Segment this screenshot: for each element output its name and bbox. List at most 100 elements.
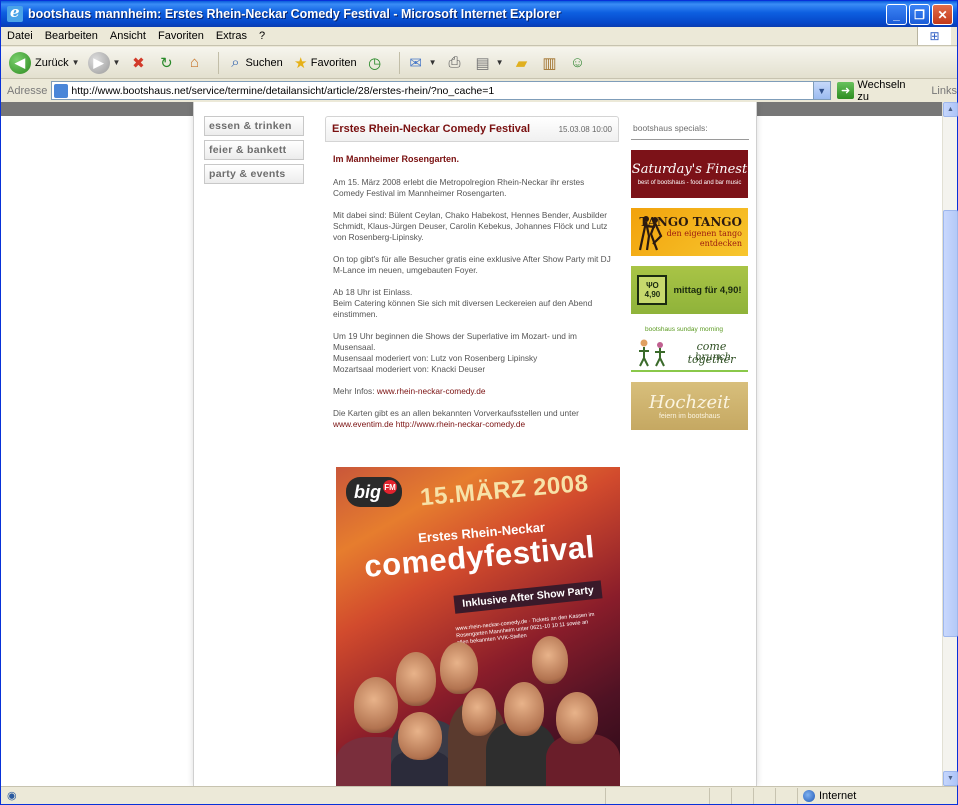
status-divider: [731, 787, 732, 804]
comedian-face: [398, 712, 442, 760]
address-bar: Adresse http://www.bootshaus.net/service…: [1, 78, 957, 103]
browser-window: bootshaus mannheim: Erstes Rhein-Neckar …: [0, 0, 958, 805]
favorites-button[interactable]: ★ Favoriten: [291, 53, 357, 73]
menu-extras[interactable]: Extras: [216, 30, 247, 42]
back-button[interactable]: ◀ Zurück ▼: [9, 51, 80, 74]
article-date: 15.03.08 10:00: [558, 125, 612, 134]
menu-bearbeiten[interactable]: Bearbeiten: [45, 30, 98, 42]
banner-saturdays-finest[interactable]: Saturday's Finest best of bootshaus - fo…: [631, 150, 748, 198]
banner-mittag[interactable]: ΨO 4,90 mittag für 4,90!: [631, 266, 748, 314]
banner-brunch[interactable]: bootshaus sunday morning come together b…: [631, 324, 748, 372]
back-label: Zurück: [35, 56, 69, 69]
history-button[interactable]: ◷: [365, 53, 385, 73]
article-body: Im Mannheimer Rosengarten. Am 15. März 2…: [325, 142, 619, 430]
nav-item-party-events[interactable]: party & events: [204, 164, 304, 184]
print-button[interactable]: ⎙: [445, 53, 465, 73]
menu-datei[interactable]: Datei: [7, 30, 33, 42]
tango-dancers-icon: [638, 216, 663, 251]
banner-subtitle: brunch: [695, 352, 732, 363]
refresh-button[interactable]: ↻: [156, 53, 176, 73]
security-zone: Internet: [803, 789, 857, 802]
research-icon: ▥: [542, 54, 557, 72]
maximize-button[interactable]: ❐: [909, 4, 930, 25]
mail-button[interactable]: ✉ ▼: [406, 53, 436, 73]
search-icon: ⌕: [231, 54, 240, 71]
messenger-button[interactable]: ☺: [567, 53, 587, 73]
article-header: Erstes Rhein-Neckar Comedy Festival 15.0…: [325, 116, 619, 142]
windows-logo-icon: ⊞: [917, 27, 951, 45]
cutlery-icon: ΨO: [646, 281, 659, 290]
nav-item-feier-bankett[interactable]: feier & bankett: [204, 140, 304, 160]
status-divider: [775, 787, 776, 804]
go-button[interactable]: ➜ Wechseln zu: [836, 78, 920, 103]
close-button[interactable]: ✕: [932, 4, 953, 25]
menu-favoriten[interactable]: Favoriten: [158, 30, 204, 42]
comedy-site-link[interactable]: http://www.rhein-neckar-comedy.de: [396, 419, 525, 429]
stop-button[interactable]: ✖: [128, 53, 148, 73]
title-bar: bootshaus mannheim: Erstes Rhein-Neckar …: [1, 1, 957, 27]
banner-subtitle: feiern im bootshaus: [658, 413, 721, 420]
scroll-thumb[interactable]: [943, 210, 958, 637]
window-title: bootshaus mannheim: Erstes Rhein-Neckar …: [28, 7, 561, 21]
scroll-up-icon[interactable]: ▲: [943, 102, 958, 117]
page-viewport: essen & trinken feier & bankett party & …: [1, 102, 942, 786]
address-url: http://www.bootshaus.net/service/termine…: [71, 84, 495, 97]
banner-price: 4,90: [644, 290, 661, 299]
comedian-face: [504, 682, 544, 736]
window-controls: _ ❐ ✕: [886, 4, 953, 25]
tickets-text: Die Karten gibt es an allen bekannten Vo…: [333, 408, 579, 418]
forward-button[interactable]: ▶ ▼: [87, 51, 120, 74]
vertical-scrollbar[interactable]: ▲ ▼: [942, 102, 958, 786]
banner-title: Saturday's Finest: [631, 162, 748, 177]
nav-item-essen-trinken[interactable]: essen & trinken: [204, 116, 304, 136]
article-paragraph: Ab 18 Uhr ist Einlass. Beim Catering kön…: [333, 287, 613, 320]
bigfm-logo-text: big: [354, 481, 381, 502]
search-button[interactable]: ⌕ Suchen: [225, 53, 283, 73]
back-arrow-icon: ◀: [9, 51, 31, 74]
minimize-button[interactable]: _: [886, 4, 907, 25]
go-label: Wechseln zu: [857, 78, 906, 103]
banner-tango[interactable]: TANGO TANGO den eigenen tango entdecken: [631, 208, 748, 256]
home-button[interactable]: ⌂: [184, 53, 204, 73]
more-info-link[interactable]: www.rhein-neckar-comedy.de: [377, 386, 486, 396]
links-button[interactable]: Links: [931, 85, 957, 97]
status-divider: [797, 787, 798, 804]
comedian-face: [354, 677, 398, 733]
comedian-face: [462, 688, 496, 736]
zone-label: Internet: [819, 789, 857, 802]
history-icon: ◷: [368, 54, 382, 72]
toolbar: ◀ Zurück ▼ ▶ ▼ ✖ ↻ ⌂ ⌕ Suchen ★ Favorite…: [1, 47, 957, 79]
edit-icon: ▤: [475, 54, 490, 72]
banner-kicker: bootshaus sunday morning: [645, 326, 724, 333]
poster-date: 15.MÄRZ 2008: [419, 469, 590, 512]
status-bar: ◉ Internet: [1, 786, 957, 804]
favorites-label: Favoriten: [310, 56, 357, 69]
address-input[interactable]: http://www.bootshaus.net/service/termine…: [51, 81, 831, 100]
star-icon: ★: [294, 54, 308, 72]
chevron-down-icon: ▼: [71, 58, 80, 67]
eventim-link[interactable]: www.eventim.de: [333, 419, 393, 429]
address-dropdown-icon[interactable]: ▼: [812, 82, 830, 99]
article-lead: Im Mannheimer Rosengarten.: [333, 154, 460, 164]
banner-hochzeit[interactable]: Hochzeit feiern im bootshaus: [631, 382, 748, 430]
ie-logo-icon: [7, 3, 23, 22]
scroll-down-icon[interactable]: ▼: [943, 771, 958, 786]
folder-button[interactable]: ▰: [511, 53, 531, 73]
research-button[interactable]: ▥: [539, 53, 559, 73]
menu-ansicht[interactable]: Ansicht: [110, 30, 146, 42]
show-start-text: Um 19 Uhr beginnen die Shows der Superla…: [333, 331, 577, 352]
stop-icon: ✖: [132, 54, 145, 72]
status-divider: [709, 787, 710, 804]
poster-ribbon: Inklusive After Show Party: [453, 580, 603, 614]
article-paragraph: On top gibt's für alle Besucher gratis e…: [333, 254, 611, 275]
print-icon: ⎙: [448, 54, 461, 71]
specials-heading: bootshaus specials:: [631, 116, 749, 140]
page-icon: [54, 83, 69, 98]
left-navigation: essen & trinken feier & bankett party & …: [204, 116, 304, 188]
messenger-icon: ☺: [569, 54, 586, 71]
more-info-label: Mehr Infos:: [333, 386, 375, 396]
menu-help[interactable]: ?: [259, 30, 265, 42]
admission-text: Ab 18 Uhr ist Einlass.: [333, 287, 413, 297]
edit-button[interactable]: ▤ ▼: [473, 53, 503, 73]
musensaal-host-text: Musensaal moderiert von: Lutz von Rosenb…: [333, 353, 538, 363]
